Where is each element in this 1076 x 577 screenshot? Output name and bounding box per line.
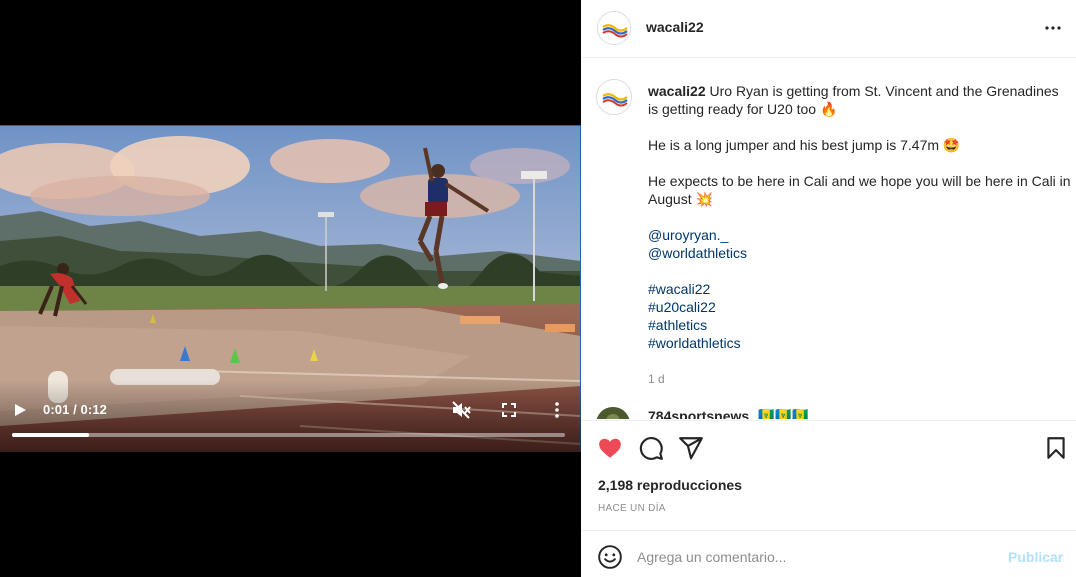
muted-icon [452, 401, 471, 419]
caption-username[interactable]: wacali22 [648, 83, 706, 99]
hashtag-link[interactable]: #wacali22 [648, 280, 1072, 298]
caption-text-1: Uro Ryan is getting from St. Vincent and… [648, 83, 1059, 117]
wacali-logo-icon [597, 80, 631, 114]
caption-text-3: He expects to be here in Cali and we hop… [648, 173, 1071, 207]
play-icon [15, 404, 26, 416]
caption-age[interactable]: 1 d [648, 370, 1072, 388]
hashtag-link[interactable]: #u20cali22 [648, 298, 1072, 316]
comment-input[interactable] [637, 543, 997, 571]
share-icon [679, 437, 703, 460]
caption-text-2: He is a long jumper and his best jump is… [648, 137, 961, 153]
share-button[interactable] [678, 435, 704, 461]
caption-avatar[interactable] [596, 79, 632, 115]
avatar[interactable] [597, 11, 631, 45]
publish-button[interactable]: Publicar [1008, 549, 1063, 565]
video-more-button[interactable] [547, 400, 567, 420]
hashtags: #wacali22 #u20cali22 #athletics #worldat… [648, 280, 1072, 352]
add-comment-bar: Publicar [581, 532, 1076, 577]
smiley-icon [598, 545, 622, 569]
more-horizontal-icon [1045, 26, 1061, 30]
hashtag-link[interactable]: #worldathletics [648, 334, 1072, 352]
progress-bar[interactable] [12, 433, 565, 437]
comments-section[interactable]: wacali22 Uro Ryan is getting from St. Vi… [581, 59, 1076, 419]
controls-gradient [0, 380, 581, 455]
more-vertical-icon [555, 402, 559, 418]
save-button[interactable] [1043, 435, 1069, 461]
mention-link[interactable]: @uroyryan._ [648, 226, 1072, 244]
fullscreen-button[interactable] [499, 400, 519, 420]
post-actions: 2,198 reproducciones HACE UN DÍA [581, 420, 1076, 531]
commenter-avatar[interactable] [596, 407, 630, 419]
play-button[interactable] [10, 400, 30, 420]
comment-icon [639, 437, 663, 460]
view-count[interactable]: 2,198 reproducciones [598, 477, 742, 493]
heart-filled-icon [599, 438, 621, 458]
more-options-button[interactable] [1043, 18, 1063, 38]
post-timestamp: HACE UN DÍA [598, 503, 666, 514]
video-player[interactable]: 0:01 / 0:12 [0, 0, 581, 577]
bookmark-icon [1047, 437, 1065, 459]
hashtag-link[interactable]: #athletics [648, 316, 1072, 334]
post-caption: wacali22 Uro Ryan is getting from St. Vi… [648, 82, 1072, 388]
comment-button[interactable] [638, 435, 664, 461]
emoji-button[interactable] [597, 544, 623, 570]
time-display: 0:01 / 0:12 [43, 402, 107, 417]
wacali-logo-icon [598, 12, 630, 44]
comment-item: 784sportsnews 🇻🇨🇻🇨🇻🇨 [596, 407, 1066, 419]
post-sidebar: wacali22 wacali22 Uro Ryan is getting fr… [581, 0, 1076, 577]
commenter-username[interactable]: 784sportsnews [648, 408, 749, 419]
header-username[interactable]: wacali22 [646, 19, 704, 35]
comment-flags: 🇻🇨🇻🇨🇻🇨 [758, 407, 810, 419]
progress-fill [12, 433, 90, 437]
commenter-avatar-image [596, 407, 630, 419]
mentions: @uroyryan._ @worldathletics [648, 226, 1072, 262]
mention-link[interactable]: @worldathletics [648, 244, 1072, 262]
post-header: wacali22 [581, 0, 1076, 58]
fullscreen-icon [502, 403, 516, 417]
mute-button[interactable] [450, 399, 472, 421]
like-button[interactable] [597, 435, 623, 461]
